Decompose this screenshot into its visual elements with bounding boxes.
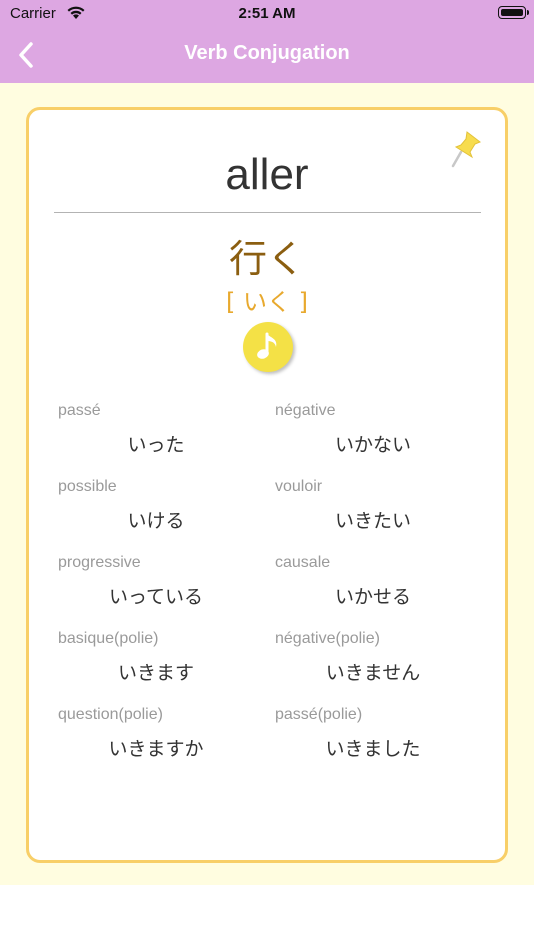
conjugation-value: いった <box>127 434 185 456</box>
verb-card: aller 行く [ いく ] passé いった négative いかない … <box>26 107 508 863</box>
conjugation-cell: négative(polie) いきません <box>275 630 492 706</box>
conjugation-label: question(polie) <box>58 706 163 723</box>
status-bar: Carrier 2:51 AM <box>0 0 534 28</box>
conjugation-value: いかせる <box>334 586 411 608</box>
verb-reading: [ いく ] <box>226 288 308 316</box>
conjugation-value: いきました <box>325 738 421 760</box>
conjugation-value: いきますか <box>108 738 204 760</box>
conjugation-value: いっている <box>108 586 204 608</box>
conjugation-cell: passé いった <box>58 402 275 478</box>
conjugation-label: causale <box>275 554 331 571</box>
navigation-bar: Verb Conjugation <box>0 28 534 83</box>
conjugation-cell: négative いかない <box>275 402 492 478</box>
verb-kanji: 行く <box>228 237 305 281</box>
page-title: Verb Conjugation <box>184 42 350 64</box>
conjugation-value: いかない <box>334 434 411 456</box>
conjugation-label: possible <box>58 478 117 495</box>
divider <box>54 212 481 213</box>
conjugation-label: passé <box>58 402 101 419</box>
conjugation-label: passé(polie) <box>275 706 363 723</box>
conjugation-label: basique(polie) <box>58 630 159 647</box>
conjugation-label: négative(polie) <box>275 630 380 647</box>
conjugation-cell: question(polie) いきますか <box>58 706 275 782</box>
battery-icon <box>498 6 529 19</box>
conjugation-value: いきません <box>325 662 421 684</box>
conjugation-label: vouloir <box>275 478 323 495</box>
music-note-icon <box>257 332 277 359</box>
conjugation-cell: possible いける <box>58 478 275 554</box>
conjugation-label: progressive <box>58 554 141 571</box>
conjugation-cell: vouloir いきたい <box>275 478 492 554</box>
content-area: aller 行く [ いく ] passé いった négative いかない … <box>0 83 534 885</box>
conjugation-label: négative <box>275 402 336 419</box>
conjugation-cell: passé(polie) いきました <box>275 706 492 782</box>
conjugation-value: いける <box>127 510 185 532</box>
conjugation-value: いきます <box>117 662 194 684</box>
verb-word: aller <box>225 150 309 199</box>
conjugation-cell: basique(polie) いきます <box>58 630 275 706</box>
play-audio-button[interactable] <box>243 322 293 372</box>
conjugation-value: いきたい <box>334 510 411 532</box>
conjugation-cell: progressive いっている <box>58 554 275 630</box>
status-time: 2:51 AM <box>238 5 296 22</box>
conjugation-cell: causale いかせる <box>275 554 492 630</box>
